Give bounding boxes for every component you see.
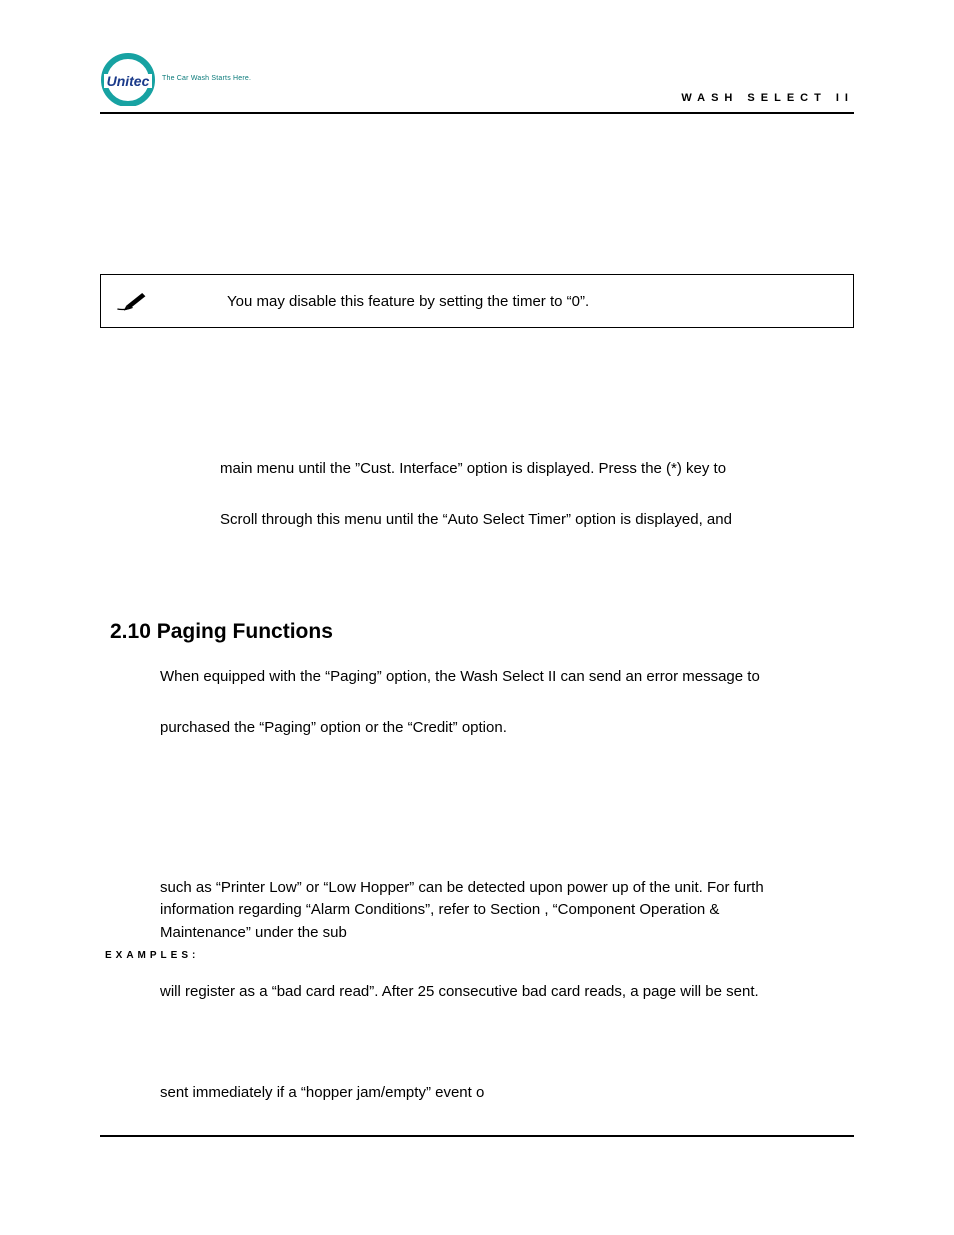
header-divider [100,112,854,114]
alarm-paragraph: such as “Printer Low” or “Low Hopper” ca… [160,878,844,943]
section-p3b: information regarding “Alarm Conditions”… [160,900,844,920]
section-p3a: such as “Printer Low” or “Low Hopper” ca… [160,878,844,898]
body-fragment: main menu until the ”Cust. Interface” op… [220,458,844,530]
examples-label: EXAMPLES: [105,949,844,963]
footer-divider [100,1135,854,1137]
section-p4: will register as a “bad card read”. Afte… [160,981,844,1002]
document-page: Unitec The Car Wash Starts Here. WASH SE… [0,0,954,1235]
pen-writing-icon [115,289,147,313]
unitec-logo-icon: Unitec [100,50,156,106]
section-p5: sent immediately if a “hopper jam/empty”… [160,1082,844,1103]
section-p3c: Maintenance” under the sub [160,923,844,943]
logo-text: Unitec [107,73,150,89]
section-p2: purchased the “Paging” option or the “Cr… [160,717,844,738]
section-body: When equipped with the “Paging” option, … [160,666,844,1103]
logo-block: Unitec The Car Wash Starts Here. [100,50,251,106]
section-heading: 2.10 Paging Functions [110,620,854,644]
note-text: You may disable this feature by setting … [217,293,833,310]
page-header: Unitec The Car Wash Starts Here. WASH SE… [100,50,854,106]
note-callout: You may disable this feature by setting … [100,274,854,328]
section-p1: When equipped with the “Paging” option, … [160,666,844,687]
logo-tagline: The Car Wash Starts Here. [162,75,251,82]
header-title: WASH SELECT II [681,92,854,106]
body-line-1: main menu until the ”Cust. Interface” op… [220,458,844,479]
body-line-2: Scroll through this menu until the “Auto… [220,509,844,530]
